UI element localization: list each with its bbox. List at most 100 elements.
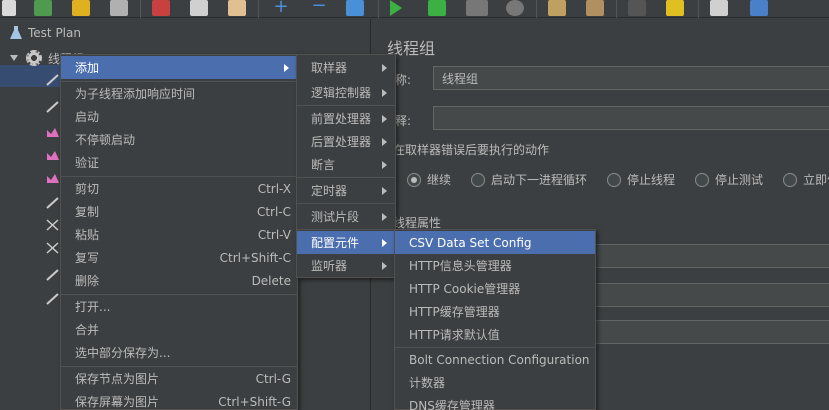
radio-label: 继续 [427,173,452,187]
sampler-icon [46,269,59,281]
menu-item-label: 为子线程添加响应时间 [75,87,196,101]
cut-icon[interactable] [152,0,170,16]
shutdown-icon[interactable] [506,0,524,16]
menu-separator [297,229,395,230]
menu-item-config-element[interactable]: 配置元件 [297,231,395,254]
menu-item-save-node-as-image[interactable]: 保存节点为图片 Ctrl-G [61,367,297,390]
name-label: 称: [395,73,412,87]
sampler-icon [46,293,59,305]
menu-item-copy[interactable]: 复制 Ctrl-C [61,200,297,223]
menu-item-listener[interactable]: 监听器 [297,254,395,277]
menu-item-paste[interactable]: 粘贴 Ctrl-V [61,223,297,246]
collapse-icon[interactable]: − [310,0,328,16]
help-icon[interactable] [750,0,768,16]
new-icon[interactable] [2,0,16,16]
thread-count-field[interactable] [571,244,829,268]
error-action-title: 在取样器错误后要执行的动作 [393,143,550,157]
expand-toggle-icon[interactable] [10,55,18,61]
menu-item-test-fragment[interactable]: 测试片段 [297,205,395,228]
menu-item-label: 断言 [311,158,336,172]
toolbar-separator [536,0,537,18]
menu-item-start[interactable]: 启动 [61,105,297,128]
expand-icon[interactable]: + [272,0,290,16]
menu-item-open[interactable]: 打开... [61,295,297,318]
loop-count-field[interactable] [571,320,829,344]
menu-item-start-no-pause[interactable]: 不停顿启动 [61,128,297,151]
search-icon[interactable] [628,0,646,16]
menu-item-shortcut: Ctrl+Shift-G [218,394,291,409]
menu-item-counter[interactable]: 计数器 [395,371,595,394]
ramp-up-field[interactable] [571,283,829,307]
submenu-arrow-icon [382,88,387,97]
menu-item-timer[interactable]: 定时器 [297,179,395,202]
tree-node-label: Test Plan [28,26,81,40]
menu-item-http-header-manager[interactable]: HTTP信息头管理器 [395,254,595,277]
menu-item-csv-data-set-config[interactable]: CSV Data Set Config [395,231,595,254]
menu-item-label: 前置处理器 [311,112,372,126]
radio-stop-thread[interactable]: 停止线程 [607,171,675,188]
menu-item-cut[interactable]: 剪切 Ctrl-X [61,177,297,200]
menu-item-validate[interactable]: 验证 [61,151,297,174]
clear-icon[interactable] [548,0,566,16]
radio-start-next-loop[interactable]: 启动下一进程循环 [471,171,587,188]
menu-item-merge[interactable]: 合并 [61,318,297,341]
menu-item-dns-cache-manager[interactable]: DNS缓存管理器 [395,394,595,410]
context-menu: 添加 为子线程添加响应时间 启动 不停顿启动 验证 剪切 Ctrl-X 复制 Ctr… [60,54,298,410]
gear-icon [26,50,42,66]
menu-item-logic-controller[interactable]: 逻辑控制器 [297,81,395,104]
radio-dot [695,172,710,187]
menu-item-pre-processor[interactable]: 前置处理器 [297,107,395,130]
menu-item-save-screen-as-image[interactable]: 保存屏幕为图片 Ctrl+Shift-G [61,390,297,410]
toolbar-separator [140,0,141,18]
open-icon[interactable] [72,0,90,16]
menu-item-sampler[interactable]: 取样器 [297,56,395,79]
start-icon[interactable] [390,0,402,16]
toolbar-separator [258,0,259,18]
radio-dot [407,172,421,187]
toolbar-separator [616,0,617,18]
submenu-arrow-icon [284,63,289,72]
menu-item-assertion[interactable]: 断言 [297,153,395,176]
paste-icon[interactable] [228,0,246,16]
listener-icon [47,151,59,160]
menu-item-http-cookie-manager[interactable]: HTTP Cookie管理器 [395,277,595,300]
menu-item-bolt-connection-configuration[interactable]: Bolt Connection Configuration [395,348,595,371]
submenu-arrow-icon [382,114,387,123]
radio-dot [607,172,622,187]
submenu-arrow-icon [382,63,387,72]
menu-item-add[interactable]: 添加 [61,56,297,79]
reset-search-icon[interactable] [666,0,684,16]
function-helper-icon[interactable] [710,0,728,16]
menu-separator [297,177,395,178]
menu-item-http-cache-manager[interactable]: HTTP缓存管理器 [395,300,595,323]
sampler-icon [46,242,59,254]
comment-field[interactable] [433,106,829,130]
menu-item-label: Bolt Connection Configuration [409,352,590,367]
radio-stop-now[interactable]: 立即停 [783,171,829,188]
menu-item-label: 打开... [75,300,111,314]
menu-item-delete[interactable]: 删除 Delete [61,269,297,292]
templates-icon[interactable] [34,0,52,16]
stop-icon[interactable] [466,0,488,16]
menu-item-add-response-time[interactable]: 为子线程添加响应时间 [61,82,297,105]
menu-item-duplicate[interactable]: 复写 Ctrl+Shift-C [61,246,297,269]
menu-item-label: 粘贴 [75,228,100,242]
save-icon[interactable] [110,0,128,16]
radio-stop-test[interactable]: 停止测试 [695,171,763,188]
name-field[interactable]: 线程组 [433,66,829,90]
menu-item-label: 逻辑控制器 [311,86,372,100]
clear-all-icon[interactable] [586,0,604,16]
comment-label: 释: [395,114,412,128]
menu-item-save-selection-as[interactable]: 选中部分保存为... [61,341,297,364]
copy-icon[interactable] [190,0,208,16]
sampler-icon [46,197,59,209]
toggle-icon[interactable] [346,0,364,16]
radio-continue[interactable]: 继续 [407,171,451,188]
listener-icon [47,174,59,183]
menu-item-http-request-defaults[interactable]: HTTP请求默认值 [395,323,595,346]
menu-item-label: 监听器 [311,259,348,273]
menu-item-post-processor[interactable]: 后置处理器 [297,130,395,153]
start-no-pause-icon[interactable] [428,0,446,16]
menu-item-shortcut: Delete [251,273,291,288]
tree-node-test-plan[interactable]: Test Plan [10,21,81,45]
